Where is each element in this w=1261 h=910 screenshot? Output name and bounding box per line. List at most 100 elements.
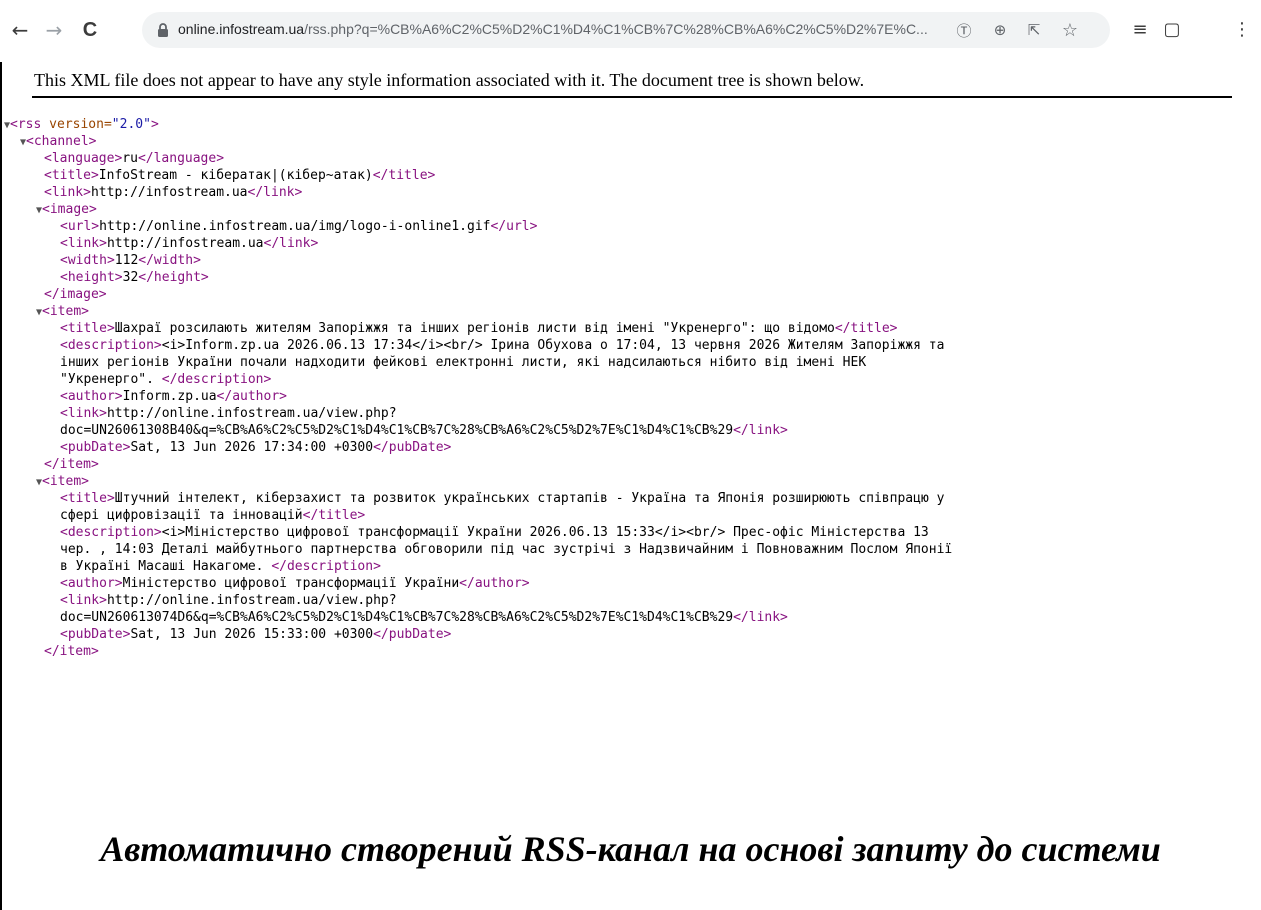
xml-tag: </author>	[459, 576, 530, 591]
xml-line-item-description: <description><i>Міністерство цифрової тр…	[60, 524, 929, 541]
xml-text: Штучний інтелект, кіберзахист та розвито…	[114, 491, 945, 506]
xml-line-item-link: <link>http://online.infostream.ua/view.p…	[60, 405, 397, 422]
xml-tag: <link>	[60, 593, 107, 608]
zoom-icon[interactable]: ⊕	[990, 20, 1010, 40]
xml-text: "Укренерго".	[60, 372, 162, 387]
xml-line-item-link: <link>http://online.infostream.ua/view.p…	[60, 592, 397, 609]
xml-line-item-close: </item>	[44, 643, 99, 660]
xml-line-image: ▼<image>	[36, 201, 97, 219]
xml-tag: </link>	[733, 423, 788, 438]
reload-icon[interactable]: C	[76, 16, 104, 44]
reading-list-icon[interactable]: ≡	[1128, 17, 1152, 41]
figure-caption: Автоматично створений RSS-канал на основ…	[100, 829, 1161, 869]
xml-tag: </link>	[247, 185, 303, 200]
xml-line-channel-link: <link>http://infostream.ua</link>	[44, 184, 302, 201]
xml-text: в Україні Масаші Накагоме.	[60, 559, 272, 574]
xml-tag: </description>	[161, 372, 272, 387]
bookmark-star-icon[interactable]: ☆	[1060, 20, 1080, 41]
back-icon[interactable]: ←	[6, 16, 34, 44]
xml-tag: <rss	[10, 117, 42, 132]
xml-tag: <author>	[60, 389, 123, 404]
xml-line-item-description-end: в Україні Масаші Накагоме. </description…	[60, 558, 381, 575]
xml-text: http://infostream.ua	[106, 236, 264, 251]
xml-line-image-height: <height>32</height>	[60, 269, 209, 286]
xml-text: <i>Inform.zp.ua 2026.06.13 17:34</i><br/…	[161, 338, 945, 353]
xml-tag: <image>	[42, 202, 97, 217]
lock-icon[interactable]	[154, 21, 172, 39]
xml-line-item: ▼<item>	[36, 473, 89, 491]
xml-text: doc=UN26061308B40&q=%CB%A6%C2%C5%D2%C1%D…	[60, 423, 734, 438]
xml-tag: </description>	[271, 559, 381, 574]
xml-line-channel-title: <title>InfoStream - кібератак|(кібер~ата…	[44, 167, 435, 184]
xml-tag: <link>	[60, 406, 107, 421]
xml-text: Sat, 13 Jun 2026 15:33:00 +0300	[130, 627, 374, 642]
xml-text: <i>Міністерство цифрової трансформації У…	[161, 525, 929, 540]
xml-text: Inform.zp.ua	[122, 389, 217, 404]
xml-line-item-description-end: "Укренерго". </description>	[60, 371, 271, 388]
url-host: online.infostream.ua	[178, 21, 305, 37]
xml-tag: </width>	[138, 253, 201, 268]
xml-tag: <height>	[60, 270, 123, 285]
xml-tag: </item>	[44, 644, 99, 659]
xml-text: http://online.infostream.ua/view.php?	[106, 406, 397, 421]
xml-line-item: ▼<item>	[36, 303, 89, 321]
xml-line-item-title: <title>Штучний інтелект, кіберзахист та …	[60, 490, 944, 507]
xml-line-language: <language>ru</language>	[44, 150, 224, 167]
share-icon[interactable]: ⇱	[1024, 20, 1044, 40]
xml-text: ru	[122, 151, 138, 166]
xml-tag: <width>	[60, 253, 115, 268]
xml-line-item-pubdate: <pubDate>Sat, 13 Jun 2026 15:33:00 +0300…	[60, 626, 451, 643]
forward-icon[interactable]: →	[40, 16, 68, 44]
xml-line-item-description-cont: інших регіонів України почали надходити …	[60, 354, 866, 371]
xml-tag: <author>	[60, 576, 123, 591]
xml-line-image-link: <link>http://infostream.ua</link>	[60, 235, 318, 252]
xml-line-rss: ▼<rss version="2.0">	[4, 116, 159, 134]
xml-line-item-description: <description><i>Inform.zp.ua 2026.06.13 …	[60, 337, 944, 354]
xml-text: InfoStream - кібератак|(кібер~атак)	[98, 168, 373, 183]
xml-tag: <title>	[60, 321, 115, 336]
xml-tag: <channel>	[26, 134, 97, 149]
menu-icon[interactable]: ⋮	[1230, 17, 1254, 41]
xml-tag: <item>	[42, 474, 89, 489]
xml-text: Sat, 13 Jun 2026 17:34:00 +0300	[130, 440, 374, 455]
xml-line-channel: ▼<channel>	[20, 133, 96, 151]
xml-text: 112	[114, 253, 139, 268]
xml-tag: </url>	[490, 219, 538, 234]
url-path: /rss.php?q=%CB%A6%C2%C5%D2%C1%D4%C1%CB%7…	[304, 21, 928, 37]
translate-icon[interactable]: Ⓣ	[954, 20, 974, 40]
browser-toolbar: ← → C online.infostream.ua/rss.php?q=%CB…	[0, 0, 1261, 62]
notice-divider	[32, 96, 1232, 98]
xml-text: чер. , 14:03 Деталі майбутнього партнерс…	[60, 542, 953, 557]
side-panel-icon[interactable]: ▢	[1160, 17, 1184, 41]
xml-tag: </link>	[733, 610, 788, 625]
xml-tag: </title>	[834, 321, 898, 336]
xml-text: http://online.infostream.ua/img/logo-i-o…	[99, 219, 491, 234]
xml-tag: <description>	[60, 338, 162, 353]
xml-line-item-title-cont: сфері цифровізації та інновацій</title>	[60, 507, 365, 524]
xml-text: сфері цифровізації та інновацій	[60, 508, 303, 523]
xml-text: інших регіонів України почали надходити …	[60, 355, 867, 370]
xml-tag: </image>	[44, 287, 107, 302]
xml-tag: </pubDate>	[373, 440, 452, 455]
xml-line-item-pubdate: <pubDate>Sat, 13 Jun 2026 17:34:00 +0300…	[60, 439, 451, 456]
xml-line-item-description-cont: чер. , 14:03 Деталі майбутнього партнерс…	[60, 541, 952, 558]
xml-line-item-author: <author>Міністерство цифрової трансформа…	[60, 575, 530, 592]
url-text[interactable]: online.infostream.ua/rss.php?q=%CB%A6%C2…	[178, 21, 928, 37]
xml-attr: version=	[41, 117, 112, 132]
left-border	[0, 0, 2, 910]
xml-tag: </link>	[263, 236, 319, 251]
address-bar[interactable]: online.infostream.ua/rss.php?q=%CB%A6%C2…	[142, 12, 1110, 48]
xml-tag: <pubDate>	[60, 627, 131, 642]
xml-tag: </item>	[44, 457, 99, 472]
xml-tag: <link>	[60, 236, 107, 251]
xml-tag: </author>	[216, 389, 287, 404]
xml-tag: <title>	[60, 491, 115, 506]
xml-line-item-close: </item>	[44, 456, 99, 473]
xml-attr-value: "2.0"	[111, 117, 151, 132]
xml-line-item-link-cont: doc=UN26061308B40&q=%CB%A6%C2%C5%D2%C1%D…	[60, 422, 788, 439]
xml-text: doc=UN260613074D6&q=%CB%A6%C2%C5%D2%C1%D…	[60, 610, 734, 625]
xml-line-image-url: <url>http://online.infostream.ua/img/log…	[60, 218, 537, 235]
xml-tag: >	[150, 117, 159, 132]
xml-tag: <item>	[42, 304, 89, 319]
xml-line-item-title: <title>Шахраї розсилають жителям Запоріж…	[60, 320, 897, 337]
